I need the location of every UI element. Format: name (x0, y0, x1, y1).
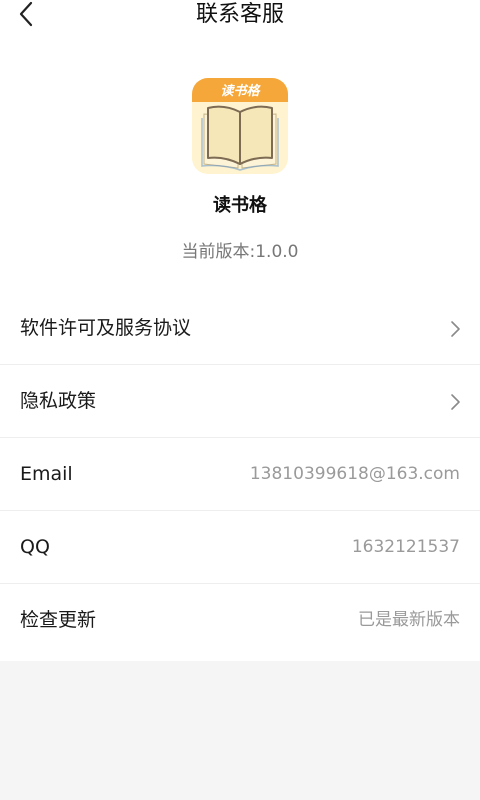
qq-row[interactable]: QQ 1632121537 (0, 511, 480, 584)
logo-text: 读书格 (220, 83, 261, 99)
app-name: 读书格 (213, 195, 267, 216)
row-label: 检查更新 (20, 609, 97, 631)
chevron-right-icon (451, 394, 460, 410)
license-agreement-row[interactable]: 软件许可及服务协议 (0, 292, 480, 365)
email-row[interactable]: Email 13810399618@163.com (0, 438, 480, 511)
content-panel: 联系客服 读书格 读书格 当前版本:1.0.0 软件许可及服务协议 隐私政策 E… (0, 0, 480, 661)
settings-list: 软件许可及服务协议 隐私政策 Email 13810399618@163.com… (0, 292, 480, 657)
email-value[interactable]: 13810399618@163.com (250, 438, 460, 511)
app-logo: 读书格 (192, 78, 288, 174)
privacy-policy-row[interactable]: 隐私政策 (0, 365, 480, 438)
update-status: 已是最新版本 (358, 610, 460, 630)
app-version: 当前版本:1.0.0 (181, 242, 299, 262)
page-title: 联系客服 (195, 2, 284, 27)
app-header: 联系客服 (0, 0, 480, 30)
book-icon: 读书格 (192, 78, 288, 174)
check-update-row[interactable]: 检查更新 已是最新版本 (0, 584, 480, 657)
row-label: 软件许可及服务协议 (20, 317, 192, 339)
qq-value[interactable]: 1632121537 (352, 511, 460, 584)
row-label: Email (20, 463, 73, 485)
chevron-right-icon (451, 321, 460, 337)
row-label: 隐私政策 (20, 390, 97, 412)
row-label: QQ (20, 536, 50, 558)
